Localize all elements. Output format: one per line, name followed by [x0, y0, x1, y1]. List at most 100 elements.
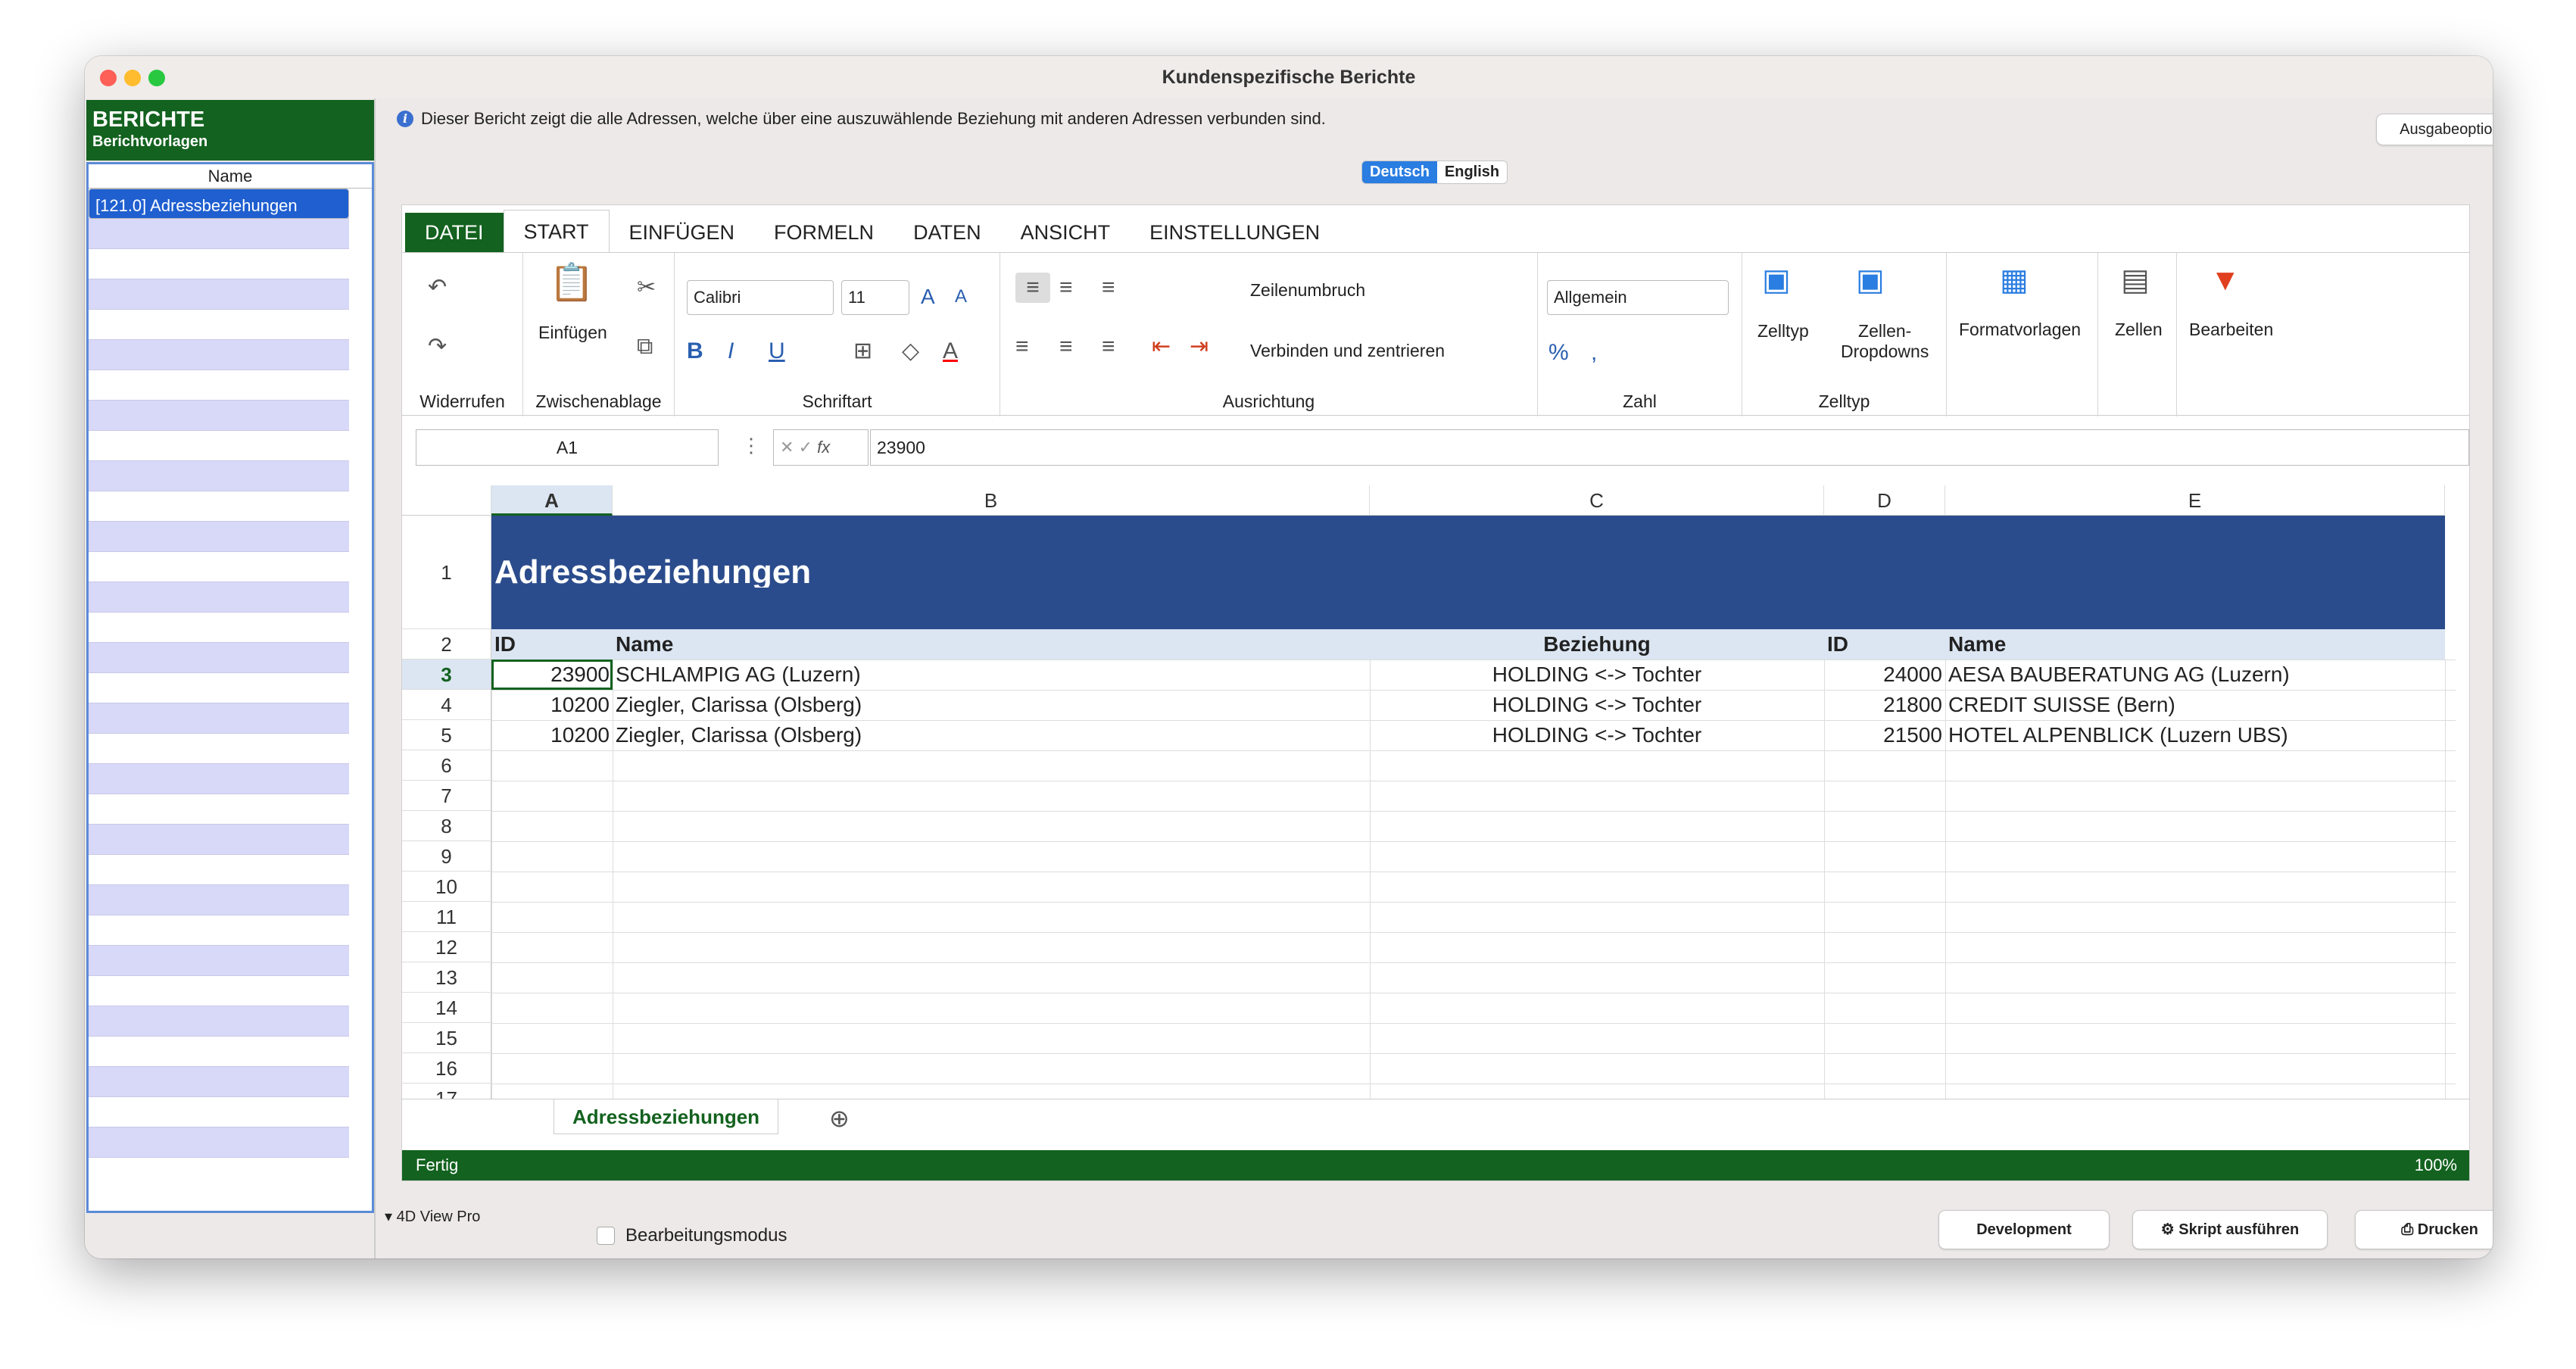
list-item[interactable]: [89, 279, 349, 310]
list-item[interactable]: [89, 219, 349, 249]
edit-icon[interactable]: ▼: [2210, 265, 2241, 295]
list-item[interactable]: [89, 522, 349, 552]
wrap-text-button[interactable]: Zeilenumbruch: [1250, 280, 1365, 301]
cut-icon[interactable]: ✂: [637, 273, 656, 303]
row-header[interactable]: 12: [402, 932, 491, 962]
fx-icon[interactable]: fx: [817, 438, 830, 457]
row-header[interactable]: 4: [402, 690, 491, 720]
list-item[interactable]: [89, 461, 349, 491]
add-sheet-icon[interactable]: ⊕: [829, 1104, 850, 1133]
sheet-tab[interactable]: Adressbeziehungen: [554, 1099, 779, 1134]
list-item[interactable]: [89, 340, 349, 370]
list-item[interactable]: [89, 825, 349, 855]
align-left-icon[interactable]: ≡: [1015, 332, 1029, 362]
cell-grid[interactable]: A B C D E 1 2 3 4 5 6 7 8 9 10 11 12 13 14 15 16 17 Adressbezi…: [402, 485, 2456, 1099]
cell-name2[interactable]: HOTEL ALPENBLICK (Luzern UBS): [1945, 720, 2445, 750]
cell-id2[interactable]: 21500: [1824, 720, 1945, 750]
border-icon[interactable]: ⊞: [853, 336, 872, 366]
font-shrink-icon[interactable]: A: [955, 282, 967, 312]
celltype-button[interactable]: Zelltyp: [1757, 321, 1809, 341]
list-item[interactable]: [89, 1037, 349, 1067]
cell-name1[interactable]: Ziegler, Clarissa (Olsberg): [613, 720, 1370, 750]
tab-formeln[interactable]: FORMELN: [754, 213, 893, 252]
confirm-icon[interactable]: ✓: [799, 438, 812, 457]
copy-icon[interactable]: ⧉: [637, 332, 653, 362]
row-header[interactable]: 17: [402, 1084, 491, 1099]
row-header[interactable]: 2: [402, 629, 491, 660]
list-item[interactable]: [89, 673, 349, 703]
tab-einfuegen[interactable]: EINFÜGEN: [610, 213, 755, 252]
list-item[interactable]: [89, 915, 349, 946]
cell-dropdowns-button[interactable]: Zellen- Dropdowns: [1841, 321, 1929, 362]
cell-name1[interactable]: SCHLAMPIG AG (Luzern): [613, 660, 1370, 690]
list-item[interactable]: [89, 734, 349, 764]
zoom-window-button[interactable]: [148, 70, 165, 86]
active-cell[interactable]: [491, 660, 613, 690]
checkbox-box[interactable]: [597, 1227, 615, 1245]
align-top-icon[interactable]: ≡: [1015, 273, 1050, 303]
font-name-select[interactable]: Calibri: [687, 280, 834, 315]
fill-color-icon[interactable]: ◇: [902, 336, 919, 366]
row-header[interactable]: 13: [402, 962, 491, 993]
list-item[interactable]: [89, 431, 349, 461]
list-item[interactable]: [89, 885, 349, 915]
formula-input[interactable]: 23900: [870, 429, 2469, 466]
list-item[interactable]: [89, 613, 349, 643]
merge-center-button[interactable]: Verbinden und zentrieren: [1250, 341, 1445, 361]
list-item[interactable]: [89, 794, 349, 825]
row-header[interactable]: 16: [402, 1053, 491, 1084]
tab-start[interactable]: START: [503, 210, 610, 252]
cells-icon[interactable]: ▤: [2121, 265, 2150, 295]
underline-icon[interactable]: U: [769, 336, 785, 366]
cell-dropdowns-icon[interactable]: ▣: [1856, 265, 1885, 295]
italic-icon[interactable]: I: [728, 336, 734, 366]
cell-name2[interactable]: AESA BAUBERATUNG AG (Luzern): [1945, 660, 2445, 690]
list-column-header[interactable]: Name: [89, 164, 372, 189]
cell-name2[interactable]: CREDIT SUISSE (Bern): [1945, 690, 2445, 720]
tab-einstellungen[interactable]: EINSTELLUNGEN: [1130, 213, 1339, 252]
outdent-icon[interactable]: ⇤: [1152, 332, 1171, 362]
font-grow-icon[interactable]: A: [921, 282, 935, 312]
paste-button[interactable]: Einfügen: [538, 323, 607, 343]
edit-mode-checkbox[interactable]: Bearbeitungsmodus: [597, 1225, 787, 1246]
list-item[interactable]: [89, 1006, 349, 1037]
font-color-icon[interactable]: A: [943, 336, 958, 366]
lang-english[interactable]: English: [1436, 161, 1508, 183]
row-header[interactable]: 9: [402, 841, 491, 872]
list-item[interactable]: [89, 643, 349, 673]
list-item[interactable]: [121.0] Adressbeziehungen: [89, 189, 349, 219]
redo-icon[interactable]: ↷: [428, 332, 447, 362]
more-icon[interactable]: ⋮: [741, 434, 761, 457]
run-script-button[interactable]: ⚙ Skript ausführen: [2132, 1210, 2328, 1249]
styles-button[interactable]: Formatvorlagen: [1959, 320, 2081, 340]
cell-id1[interactable]: 10200: [491, 720, 613, 750]
row-header[interactable]: 15: [402, 1023, 491, 1053]
output-options-button[interactable]: Ausgabeoptionen: [2376, 114, 2493, 145]
align-middle-icon[interactable]: ≡: [1059, 273, 1073, 303]
comma-icon[interactable]: ,: [1591, 338, 1597, 368]
row-header[interactable]: 5: [402, 720, 491, 750]
list-item[interactable]: [89, 976, 349, 1006]
styles-icon[interactable]: ▦: [2000, 265, 2029, 295]
percent-icon[interactable]: %: [1548, 338, 1569, 368]
row-header[interactable]: 11: [402, 902, 491, 932]
cell-id1[interactable]: 10200: [491, 690, 613, 720]
list-item[interactable]: [89, 370, 349, 401]
align-bottom-icon[interactable]: ≡: [1102, 273, 1115, 303]
column-header[interactable]: C: [1370, 485, 1824, 516]
list-item[interactable]: [89, 946, 349, 976]
indent-icon[interactable]: ⇥: [1190, 332, 1208, 362]
column-header[interactable]: E: [1945, 485, 2445, 516]
celltype-icon[interactable]: ▣: [1762, 265, 1791, 295]
list-item[interactable]: [89, 764, 349, 794]
bold-icon[interactable]: B: [687, 336, 703, 366]
row-header[interactable]: 3: [402, 660, 491, 690]
cancel-icon[interactable]: ✕: [780, 438, 794, 457]
row-header[interactable]: 10: [402, 872, 491, 902]
list-item[interactable]: [89, 491, 349, 522]
list-item[interactable]: [89, 582, 349, 613]
edit-button[interactable]: Bearbeiten: [2189, 320, 2273, 340]
align-center-icon[interactable]: ≡: [1059, 332, 1073, 362]
column-header[interactable]: D: [1824, 485, 1945, 516]
cell-id2[interactable]: 24000: [1824, 660, 1945, 690]
